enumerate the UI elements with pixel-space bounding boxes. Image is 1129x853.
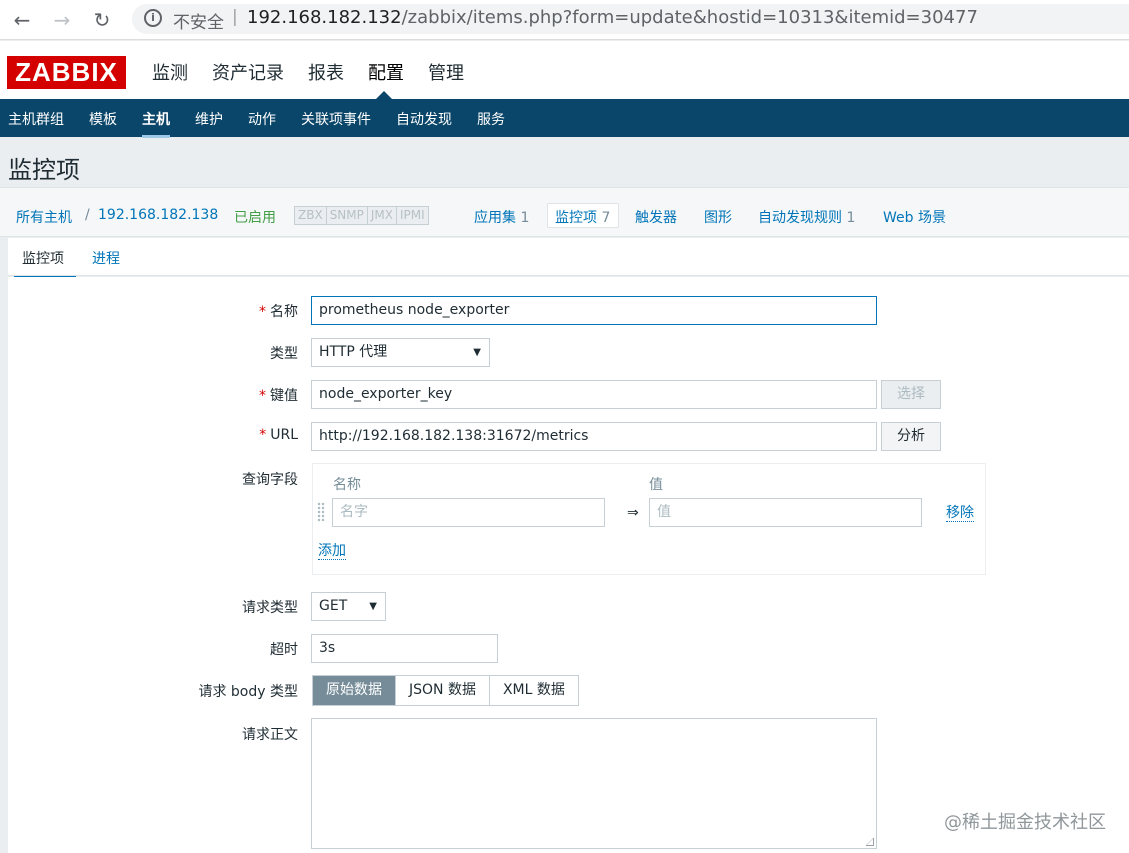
- body-type-json[interactable]: JSON 数据: [396, 676, 490, 705]
- name-label: * 名称: [259, 301, 298, 321]
- triggers-link[interactable]: 触发器: [635, 207, 677, 227]
- items-count: 7: [601, 210, 611, 226]
- url-label: * URL: [259, 427, 298, 443]
- url-parse-button[interactable]: 分析: [881, 422, 941, 451]
- insecure-label: 不安全: [173, 13, 224, 33]
- url-host: 192.168.182.132: [247, 7, 402, 28]
- items-link[interactable]: 监控项 7: [555, 207, 610, 227]
- type-select[interactable]: HTTP 代理: [311, 338, 490, 367]
- page-title: 监控项: [8, 156, 80, 184]
- discovery-rules-label: 自动发现规则: [758, 210, 842, 226]
- body-type-xml[interactable]: XML 数据: [489, 676, 578, 705]
- required-marker: *: [259, 304, 266, 320]
- availability-snmp: SNMP: [326, 207, 368, 224]
- name-label-text: 名称: [270, 304, 298, 320]
- body-type-toggle: 原始数据 JSON 数据 XML 数据: [312, 675, 579, 706]
- discovery-rules-count: 1: [846, 210, 856, 226]
- query-name-input[interactable]: 名字: [332, 498, 605, 527]
- form-tabs: 监控项 进程: [8, 238, 1129, 279]
- query-fields-label: 查询字段: [242, 472, 298, 488]
- url-text[interactable]: 192.168.182.132/zabbix/items.php?form=up…: [247, 7, 978, 28]
- request-type-label: 请求类型: [242, 600, 298, 616]
- applications-count: 1: [520, 210, 530, 226]
- availability-zbx: ZBX: [295, 207, 327, 224]
- submenu-event-correlation[interactable]: 关联项事件: [301, 109, 371, 129]
- menu-reports[interactable]: 报表: [308, 59, 344, 85]
- reload-icon[interactable]: ↻: [90, 8, 114, 32]
- availability-jmx: JMX: [367, 207, 397, 224]
- required-marker: *: [259, 427, 267, 443]
- submenu-discovery[interactable]: 自动发现: [396, 109, 452, 129]
- host-status[interactable]: 已启用: [234, 207, 276, 227]
- url-separator: |: [232, 7, 238, 27]
- url-path: /zabbix/items.php?form=update&hostid=103…: [401, 7, 978, 28]
- body-type-raw[interactable]: 原始数据: [313, 676, 396, 705]
- arrow-icon: ⇒: [627, 505, 639, 521]
- key-input[interactable]: node_exporter_key: [311, 380, 877, 409]
- required-marker: *: [259, 388, 266, 404]
- menu-configuration[interactable]: 配置: [368, 59, 404, 85]
- sub-menu: 主机群组 模板 主机 维护 动作 关联项事件 自动发现 服务: [0, 99, 1129, 138]
- host-link[interactable]: 192.168.182.138: [98, 207, 218, 223]
- graphs-link[interactable]: 图形: [704, 207, 732, 227]
- web-scenarios-link[interactable]: Web 场景: [883, 207, 946, 227]
- body-type-label: 请求 body 类型: [198, 684, 298, 700]
- request-type-value: GET: [319, 598, 348, 614]
- breadcrumb-separator: /: [85, 207, 90, 223]
- app-header: ZABBIX 监测 资产记录 报表 配置 管理: [0, 41, 1129, 99]
- menu-inventory[interactable]: 资产记录: [212, 59, 284, 85]
- query-value-header: 值: [649, 477, 663, 493]
- availability-ipmi: IPMI: [397, 207, 428, 224]
- name-input[interactable]: prometheus node_exporter: [311, 296, 877, 325]
- key-label: * 键值: [259, 385, 298, 405]
- request-body-textarea[interactable]: [311, 718, 877, 849]
- items-label: 监控项: [555, 210, 597, 226]
- watermark: @稀土掘金技术社区: [944, 812, 1106, 833]
- type-label: 类型: [270, 346, 298, 362]
- discovery-rules-link[interactable]: 自动发现规则 1: [758, 207, 855, 227]
- submenu-maintenance[interactable]: 维护: [195, 109, 223, 129]
- resize-grip-icon[interactable]: [866, 838, 874, 846]
- key-label-text: 键值: [270, 388, 298, 404]
- url-input[interactable]: http://192.168.182.138:31672/metrics: [311, 422, 877, 451]
- submenu-actions[interactable]: 动作: [248, 109, 276, 129]
- key-select-button[interactable]: 选择: [881, 380, 941, 409]
- submenu-services[interactable]: 服务: [477, 109, 505, 129]
- url-label-text: URL: [270, 427, 298, 443]
- request-body-label: 请求正文: [242, 727, 298, 743]
- availability-indicators: ZBX SNMP JMX IPMI: [294, 206, 429, 225]
- menu-administration[interactable]: 管理: [428, 59, 464, 85]
- submenu-templates[interactable]: 模板: [89, 109, 117, 129]
- menu-monitoring[interactable]: 监测: [152, 59, 188, 85]
- forward-arrow-icon[interactable]: →: [50, 8, 74, 32]
- submenu-hosts[interactable]: 主机: [142, 109, 170, 138]
- applications-link[interactable]: 应用集 1: [474, 207, 529, 227]
- tab-preprocessing[interactable]: 进程: [92, 248, 120, 268]
- info-icon[interactable]: i: [144, 9, 162, 27]
- timeout-input[interactable]: 3s: [311, 634, 498, 663]
- submenu-host-groups[interactable]: 主机群组: [8, 109, 64, 129]
- query-value-input[interactable]: 值: [649, 498, 922, 527]
- applications-label: 应用集: [474, 210, 516, 226]
- zabbix-logo[interactable]: ZABBIX: [7, 56, 126, 89]
- type-select-value: HTTP 代理: [319, 344, 388, 360]
- tab-item[interactable]: 监控项: [14, 248, 76, 279]
- main-menu: 监测 资产记录 报表 配置 管理: [152, 59, 488, 85]
- drag-handle-icon[interactable]: [317, 502, 325, 522]
- timeout-label: 超时: [270, 642, 298, 658]
- query-add-link[interactable]: 添加: [318, 543, 346, 560]
- back-arrow-icon[interactable]: ←: [10, 8, 34, 32]
- request-type-select[interactable]: GET: [311, 592, 386, 621]
- query-name-header: 名称: [333, 477, 361, 493]
- browser-toolbar: ← → ↻ i 不安全 | 192.168.182.132/zabbix/ite…: [0, 0, 1129, 40]
- query-remove-link[interactable]: 移除: [946, 505, 974, 522]
- active-menu-caret: [376, 91, 392, 99]
- all-hosts-link[interactable]: 所有主机: [16, 207, 72, 227]
